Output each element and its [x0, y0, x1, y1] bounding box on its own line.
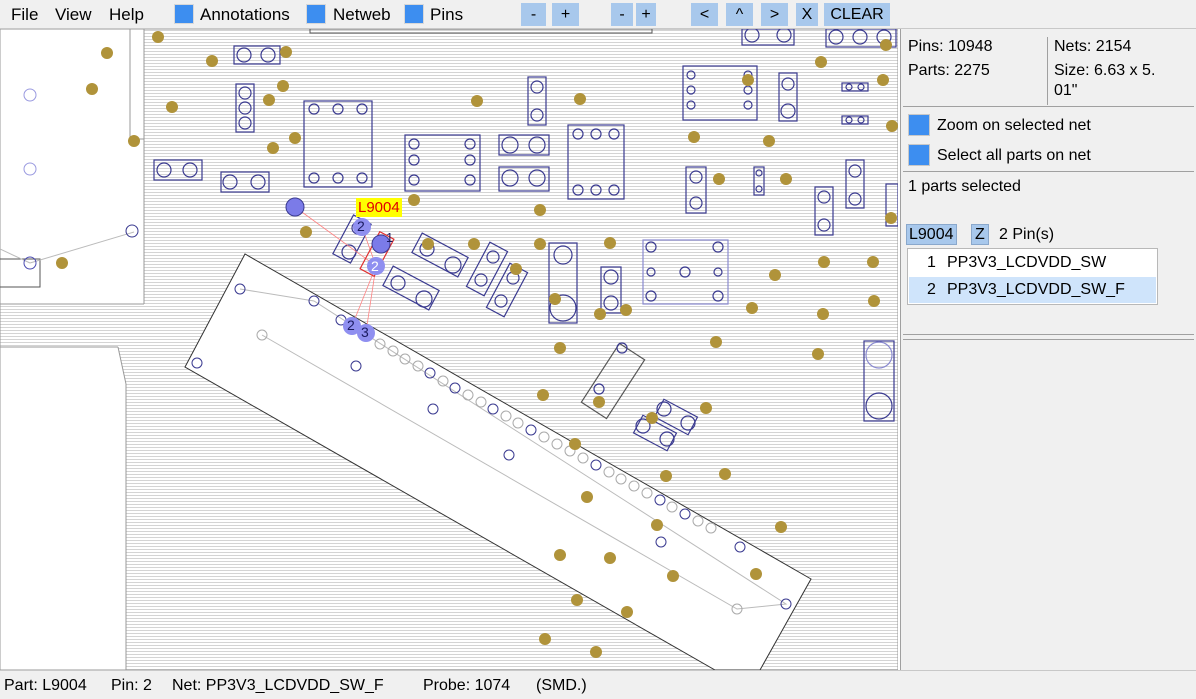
menu-file[interactable]: File [11, 5, 38, 25]
nets-count: Nets: 2154 [1054, 38, 1132, 55]
zoom-selected-net-label[interactable]: Zoom on selected net [937, 117, 1091, 135]
pan-up-button[interactable]: ^ [726, 3, 753, 26]
pin-label: 2 [347, 317, 355, 333]
zoom-out-small-button[interactable]: - [611, 3, 633, 26]
pins-checkbox[interactable] [404, 4, 424, 24]
info-panel: Pins: 10948 Parts: 2275 Nets: 2154 Size:… [900, 29, 1196, 670]
pin-count: 2 Pin(s) [999, 226, 1055, 243]
part-label-l9004[interactable]: L9004 [356, 198, 402, 217]
status-net: Net: PP3V3_LCDVDD_SW_F [172, 677, 384, 694]
divider [903, 334, 1194, 335]
status-type: (SMD.) [536, 677, 587, 694]
status-part: Part: L9004 [4, 677, 87, 694]
pan-right-button[interactable]: > [761, 3, 788, 26]
pan-left-button[interactable]: < [691, 3, 718, 26]
board-view[interactable]: L9004 2 1 2 2 3 [0, 29, 898, 670]
status-pin: Pin: 2 [111, 677, 152, 694]
divider [903, 339, 1194, 340]
select-all-parts-label[interactable]: Select all parts on net [937, 147, 1091, 165]
netweb-checkbox[interactable] [306, 4, 326, 24]
net-number: 1 [927, 254, 936, 271]
pin-label: 3 [361, 324, 369, 340]
close-button[interactable]: X [796, 3, 818, 26]
pin-label: 2 [357, 218, 365, 234]
net-list-item[interactable]: 1 PP3V3_LCDVDD_SW [909, 250, 1156, 276]
status-bar: Part: L9004 Pin: 2 Net: PP3V3_LCDVDD_SW_… [0, 670, 1196, 699]
netweb-label[interactable]: Netweb [333, 5, 391, 25]
parts-count: Parts: 2275 [908, 62, 990, 79]
toolbar: File View Help Annotations Netweb Pins -… [0, 0, 1196, 29]
pin-label: 1 [386, 230, 394, 245]
net-list[interactable]: 1 PP3V3_LCDVDD_SW 2 PP3V3_LCDVDD_SW_F [907, 248, 1158, 305]
pins-label[interactable]: Pins [430, 5, 463, 25]
divider [903, 106, 1194, 107]
net-name: PP3V3_LCDVDD_SW [947, 254, 1107, 271]
board-size: Size: 6.63 x 5. [1054, 62, 1156, 79]
net-name: PP3V3_LCDVDD_SW_F [947, 281, 1125, 298]
annotations-label[interactable]: Annotations [200, 5, 290, 25]
select-all-parts-checkbox[interactable] [908, 144, 930, 166]
net-list-item-selected[interactable]: 2 PP3V3_LCDVDD_SW_F [909, 277, 1156, 303]
pins-count: Pins: 10948 [908, 38, 993, 55]
menu-view[interactable]: View [55, 5, 92, 25]
annotations-checkbox[interactable] [174, 4, 194, 24]
selected-part-name[interactable]: L9004 [906, 224, 957, 245]
clear-button[interactable]: CLEAR [824, 3, 890, 26]
net-number: 2 [927, 281, 936, 298]
menu-help[interactable]: Help [109, 5, 144, 25]
zoom-part-button[interactable]: Z [971, 224, 989, 245]
zoom-in-small-button[interactable]: + [636, 3, 656, 26]
board-size-cont: 01" [1054, 82, 1078, 99]
status-probe: Probe: 1074 [423, 677, 511, 694]
parts-selected-text: 1 parts selected [908, 178, 1021, 195]
zoom-out-button[interactable]: - [521, 3, 546, 26]
pin-label: 2 [371, 258, 379, 274]
board-canvas[interactable] [0, 29, 898, 670]
board-outline-bottom-left [0, 347, 126, 670]
zoom-in-button[interactable]: + [552, 3, 579, 26]
divider [903, 171, 1194, 172]
board-outline-left [0, 29, 144, 304]
stats-divider [1047, 37, 1048, 105]
zoom-selected-net-checkbox[interactable] [908, 114, 930, 136]
